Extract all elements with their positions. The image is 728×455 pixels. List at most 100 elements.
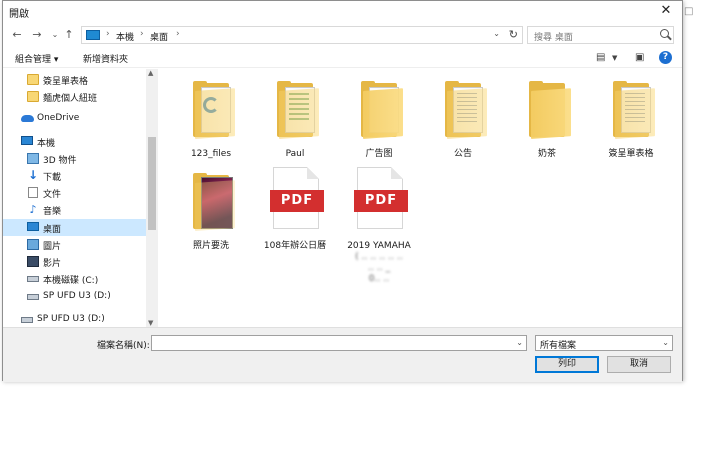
file-name: Paul: [285, 149, 305, 159]
view-options-icon[interactable]: ▤: [596, 52, 605, 63]
file-item-ad-images[interactable]: 广告图: [339, 73, 419, 173]
file-item-photos-to-print[interactable]: 照片要洗: [171, 165, 251, 265]
sidebar-item-label: 簽呈單表格: [43, 77, 89, 87]
sidebar-item-label: 3D 物件: [43, 156, 77, 166]
sidebar-item-label: 桌面: [43, 225, 62, 235]
file-name: 照片要洗: [192, 241, 229, 251]
sidebar-item-documents[interactable]: 文件: [3, 184, 146, 201]
pictures-icon: [27, 239, 39, 250]
forward-arrow-icon[interactable]: →: [29, 27, 45, 43]
sidebar-item-music[interactable]: ♪ 音樂: [3, 201, 146, 218]
dialog-title: 開啟: [9, 9, 29, 20]
folder-icon: [191, 81, 235, 139]
drive-icon: [27, 276, 39, 282]
cancel-button[interactable]: 取消: [607, 356, 671, 373]
breadcrumb-separator-icon[interactable]: ›: [106, 29, 110, 39]
file-list-pane: 123_files Paul 广告图 公告 奶茶 簽呈單表格 照片要洗 PDF …: [159, 69, 681, 327]
sidebar-item-usb-drive-d-root[interactable]: SP UFD U3 (D:): [3, 311, 146, 327]
filetype-dropdown-icon[interactable]: ⌄: [662, 338, 669, 347]
breadcrumb-this-pc[interactable]: 本機: [116, 30, 134, 43]
folder-icon: [191, 173, 235, 231]
obscured-filename-text: ‥ ‥ _: [367, 263, 391, 273]
dialog-footer: 檔案名稱(N): ⌄ 所有檔案 ⌄ 列印 取消: [3, 327, 682, 382]
help-icon[interactable]: ?: [659, 51, 672, 64]
sidebar-item-this-pc[interactable]: 本機: [3, 133, 146, 150]
search-box[interactable]: 搜尋 桌面: [527, 26, 674, 44]
sidebar-item-class-folder[interactable]: 麵虎個人紐班: [3, 88, 146, 105]
sidebar-item-label: 文件: [43, 190, 62, 200]
breadcrumb-separator-icon[interactable]: ›: [140, 29, 144, 39]
file-name: 广告图: [365, 149, 393, 159]
organize-menu-button[interactable]: 組合管理 ▾: [15, 52, 58, 65]
sidebar-item-local-disk-c[interactable]: 本機磁碟 (C:): [3, 270, 146, 287]
filetype-select[interactable]: 所有檔案 ⌄: [535, 335, 673, 351]
download-icon: ↓: [27, 168, 39, 182]
scroll-down-icon[interactable]: ▼: [148, 319, 153, 327]
file-name: 108年辦公日曆: [263, 241, 327, 251]
obscured-filename-text: 0‥ ‥: [368, 274, 390, 284]
breadcrumb-desktop[interactable]: 桌面: [150, 30, 168, 43]
open-button[interactable]: 列印: [535, 356, 599, 373]
sidebar-item-label: SP UFD U3 (D:): [43, 291, 111, 301]
music-icon: ♪: [29, 203, 37, 216]
sidebar-item-label: 圖片: [43, 242, 62, 252]
pdf-file-icon: PDF: [270, 167, 324, 229]
scrollbar-thumb[interactable]: [148, 137, 156, 230]
filename-input[interactable]: ⌄: [151, 335, 527, 351]
sidebar-item-usb-drive-d[interactable]: SP UFD U3 (D:): [3, 288, 146, 305]
videos-icon: [27, 256, 39, 267]
refresh-icon[interactable]: ↻: [509, 28, 518, 41]
sidebar-item-pictures[interactable]: 圖片: [3, 236, 146, 253]
folder-icon: [275, 81, 319, 139]
search-placeholder: 搜尋 桌面: [534, 33, 573, 43]
address-bar[interactable]: › 本機 › 桌面 › ⌄ ↻: [81, 26, 523, 44]
sidebar-item-label: OneDrive: [37, 113, 80, 123]
close-icon[interactable]: ✕: [650, 1, 682, 21]
open-file-dialog: 開啟 ✕ ← → ⌄ ↑ › 本機 › 桌面 › ⌄ ↻ 搜尋 桌面 組合管理 …: [2, 0, 683, 382]
file-item-announcements[interactable]: 公告: [423, 73, 503, 173]
obscured-filename-text: ( ‥ ‥ ‥ ‥ ‥: [355, 252, 403, 262]
sidebar-item-label: 本機磁碟 (C:): [43, 276, 99, 286]
sidebar-item-onedrive[interactable]: OneDrive: [3, 110, 146, 127]
address-dropdown-icon[interactable]: ⌄: [493, 29, 500, 38]
pdf-badge: PDF: [354, 190, 408, 212]
3d-objects-icon: [27, 153, 39, 164]
background-window-fragment: □: [684, 6, 694, 17]
new-folder-button[interactable]: 新增資料夾: [83, 52, 128, 65]
up-arrow-icon[interactable]: ↑: [61, 27, 77, 43]
sidebar-item-desktop[interactable]: 桌面: [3, 219, 146, 236]
title-bar: 開啟 ✕: [3, 1, 682, 23]
file-name: 簽呈單表格: [608, 149, 654, 159]
navigation-pane: 簽呈單表格 麵虎個人紐班 OneDrive 本機 3D 物件 ↓ 下載 文件 ♪: [3, 69, 157, 327]
sidebar-item-label: 下載: [43, 173, 62, 183]
filename-dropdown-icon[interactable]: ⌄: [516, 338, 523, 347]
view-dropdown-icon[interactable]: ▼: [612, 54, 617, 62]
scroll-up-icon[interactable]: ▲: [148, 69, 153, 77]
computer-icon: [21, 136, 33, 145]
sidebar-item-3d-objects[interactable]: 3D 物件: [3, 150, 146, 167]
usb-drive-icon: [21, 317, 33, 323]
sidebar-item-videos[interactable]: 影片: [3, 253, 146, 270]
back-arrow-icon[interactable]: ←: [9, 27, 25, 43]
file-item-paul[interactable]: Paul: [255, 73, 335, 173]
file-item-123-files[interactable]: 123_files: [171, 73, 251, 173]
sidebar-item-label: 麵虎個人紐班: [43, 94, 98, 104]
sidebar-item-form-folder[interactable]: 簽呈單表格: [3, 71, 146, 88]
folder-icon: [27, 91, 39, 102]
breadcrumb-separator-icon[interactable]: ›: [176, 29, 180, 39]
search-icon: [660, 29, 669, 38]
file-item-milk-tea[interactable]: 奶茶: [507, 73, 587, 173]
sidebar-item-downloads[interactable]: ↓ 下載: [3, 167, 146, 184]
folder-icon: [527, 81, 571, 139]
file-item-office-calendar-pdf[interactable]: PDF 108年辦公日曆: [255, 165, 335, 265]
onedrive-icon: [21, 115, 34, 122]
file-item-approval-forms[interactable]: 簽呈單表格: [591, 73, 671, 173]
sidebar-item-label: SP UFD U3 (D:): [37, 314, 105, 324]
file-item-yamaha-pdf[interactable]: PDF 2019 YAMAHA ( ‥ ‥ ‥ ‥ ‥ ‥ ‥ _ 0‥ ‥: [339, 165, 419, 284]
navigation-bar: ← → ⌄ ↑ › 本機 › 桌面 › ⌄ ↻ 搜尋 桌面: [3, 23, 682, 47]
folder-icon: [359, 81, 403, 139]
navigation-scrollbar[interactable]: ▲ ▼: [146, 69, 158, 327]
pdf-file-icon: PDF: [354, 167, 408, 229]
preview-pane-icon[interactable]: ▣: [635, 52, 644, 63]
documents-icon: [28, 187, 38, 198]
